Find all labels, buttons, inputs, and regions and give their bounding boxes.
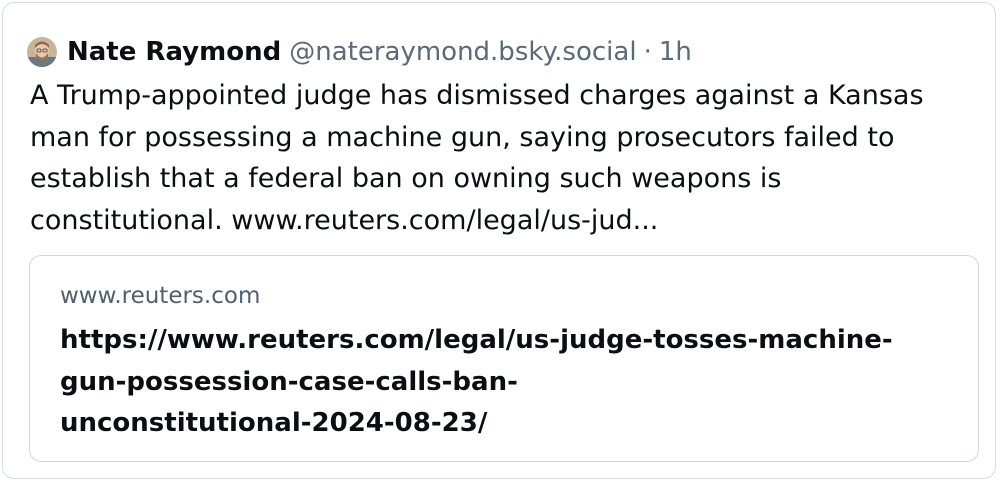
post-timestamp[interactable]: 1h — [659, 37, 692, 67]
person-avatar-icon — [27, 37, 57, 67]
post-header: Nate Raymond @nateraymond.bsky.social · … — [27, 32, 692, 72]
post-body: A Trump-appointed judge has dismissed ch… — [30, 75, 980, 241]
post-card[interactable]: Nate Raymond @nateraymond.bsky.social · … — [2, 2, 996, 479]
author-avatar[interactable] — [27, 37, 57, 67]
post-body-link[interactable]: www.reuters.com/legal/us-jud... — [231, 205, 658, 236]
link-preview-title-line: https://www.reuters.com/legal/us-judge-t… — [60, 325, 893, 355]
link-preview-title: https://www.reuters.com/legal/us-judge-t… — [60, 320, 965, 445]
header-separator: · — [643, 37, 652, 67]
link-preview-domain: www.reuters.com — [60, 283, 261, 309]
link-preview-title-line: unconstitutional-2024-08-23/ — [60, 408, 488, 438]
link-preview-title-line: gun-possession-case-calls-ban- — [60, 366, 518, 397]
link-preview-card[interactable]: www.reuters.com https://www.reuters.com/… — [29, 255, 979, 462]
author-handle[interactable]: @nateraymond.bsky.social — [289, 37, 636, 67]
author-display-name[interactable]: Nate Raymond — [67, 37, 281, 67]
